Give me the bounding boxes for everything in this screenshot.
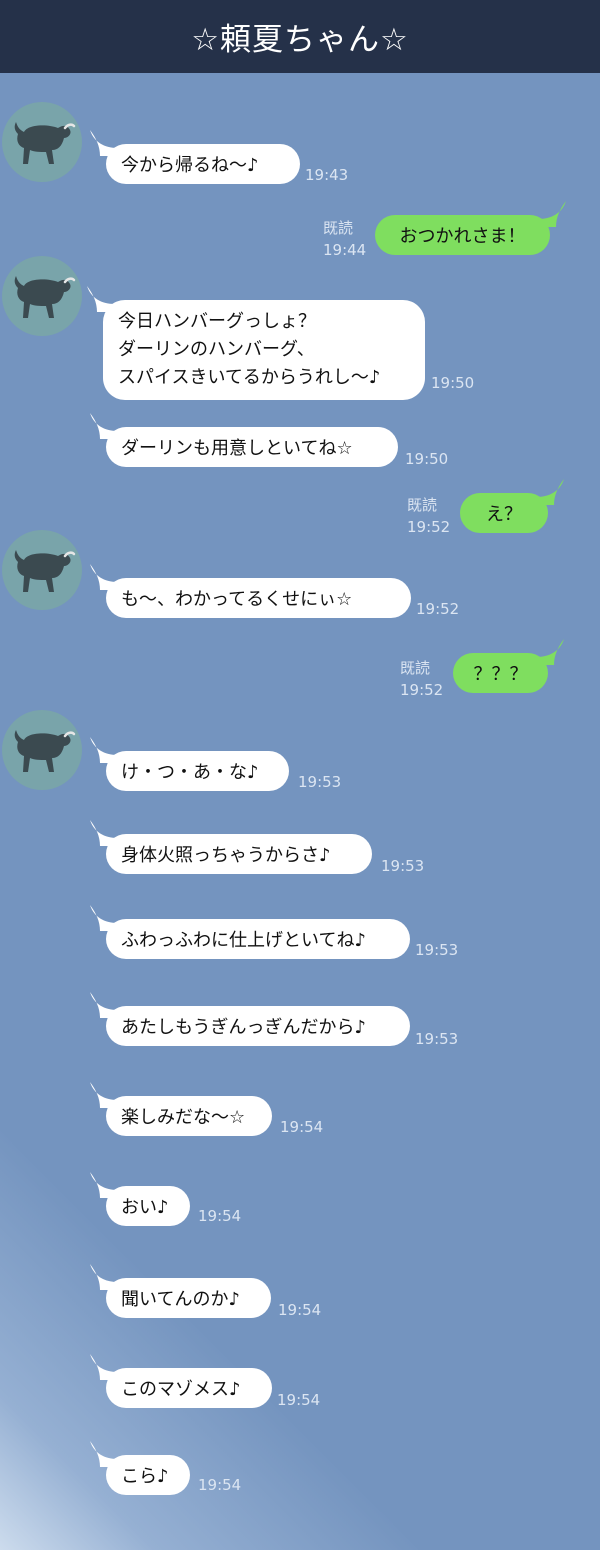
message-bubble[interactable]: ふわっふわに仕上げといてね♪ <box>90 905 410 959</box>
bubble-tail <box>90 992 118 1018</box>
message-bubble[interactable]: このマゾメス♪ <box>90 1354 272 1408</box>
message-bubble[interactable]: 身体火照っちゃうからさ♪ <box>90 820 372 874</box>
timestamp: 19:53 <box>381 857 425 875</box>
bubble-tail <box>90 413 118 439</box>
bubble-tail <box>87 286 115 312</box>
message-bubble[interactable]: 楽しみだな〜☆ <box>90 1082 272 1136</box>
timestamp: 19:53 <box>415 1030 459 1048</box>
message-text: スパイスきいてるからうれし〜♪ <box>118 367 381 388</box>
message-text: ダーリンのハンバーグ、 <box>118 339 315 360</box>
timestamp: 19:54 <box>280 1118 324 1136</box>
message-bubble[interactable]: あたしもうぎんっぎんだから♪ <box>90 992 410 1046</box>
avatar[interactable] <box>2 710 82 790</box>
read-receipt: 既読 19:52 <box>407 494 450 538</box>
avatar[interactable] <box>2 102 82 182</box>
read-receipt: 既読 19:52 <box>400 657 443 701</box>
timestamp: 19:50 <box>431 374 475 392</box>
message-text: ？？？ <box>473 664 528 685</box>
bubble-tail <box>90 1441 118 1467</box>
message-bubble[interactable]: 聞いてんのか♪ <box>90 1264 271 1318</box>
timestamp: 19:52 <box>407 518 451 536</box>
message-text: こら♪ <box>121 1466 169 1487</box>
message-bubble[interactable]: も〜、わかってるくせにぃ☆ <box>90 564 411 618</box>
bubble-tail <box>90 1172 118 1198</box>
bubble-tail <box>90 564 118 590</box>
bubble-tail <box>90 1354 118 1380</box>
message-bubble[interactable]: け・つ・あ・な♪ <box>90 737 289 791</box>
message-bubble[interactable]: ダーリンも用意しといてね☆ <box>90 413 398 467</box>
bull-icon <box>14 550 76 592</box>
bubble-tail <box>536 639 564 665</box>
timestamp: 19:54 <box>198 1207 242 1225</box>
bubble-tail <box>90 1082 118 1108</box>
timestamp: 19:43 <box>305 166 349 184</box>
message-text: も〜、わかってるくせにぃ☆ <box>121 589 353 610</box>
avatar[interactable] <box>2 256 82 336</box>
timestamp: 19:53 <box>298 773 342 791</box>
bubble-tail <box>90 820 118 846</box>
timestamp: 19:54 <box>278 1301 322 1319</box>
bull-icon <box>14 122 76 164</box>
chat-header: ☆頼夏ちゃん☆ <box>0 0 600 73</box>
bubble-tail <box>536 479 564 505</box>
message-text: け・つ・あ・な♪ <box>121 762 259 783</box>
message-bubble[interactable]: 今から帰るね〜♪ <box>90 130 300 184</box>
read-status: 既読 <box>323 219 354 237</box>
timestamp: 19:54 <box>277 1391 321 1409</box>
timestamp: 19:54 <box>198 1476 242 1494</box>
bubble-tail <box>90 1264 118 1290</box>
message-bubble[interactable]: おい♪ <box>90 1172 190 1226</box>
message-bubble[interactable]: 今日ハンバーグっしょ？ ダーリンのハンバーグ、スパイスきいてるからうれし〜♪ <box>87 286 425 400</box>
message-text: おい♪ <box>121 1197 169 1218</box>
avatar[interactable] <box>2 530 82 610</box>
message-text: え？ <box>486 504 522 525</box>
message-text: 聞いてんのか♪ <box>121 1289 240 1310</box>
message-text: 楽しみだな〜☆ <box>121 1107 246 1128</box>
timestamp: 19:52 <box>416 600 460 618</box>
message-bubble[interactable]: ？？？ <box>453 639 564 693</box>
message-bubble[interactable]: こら♪ <box>90 1441 190 1495</box>
message-text: このマゾメス♪ <box>121 1379 241 1400</box>
read-status: 既読 <box>407 496 438 514</box>
message-text: 今日ハンバーグっしょ？ <box>118 311 316 332</box>
message-bubble[interactable]: おつかれさま！ <box>375 201 566 255</box>
timestamp: 19:53 <box>415 941 459 959</box>
bull-icon <box>14 730 76 772</box>
bubble-tail <box>90 905 118 931</box>
message-text: 今から帰るね〜♪ <box>121 155 259 176</box>
message-bubble[interactable]: え？ <box>460 479 564 533</box>
message-text: ふわっふわに仕上げといてね♪ <box>121 930 366 951</box>
message-text: 身体火照っちゃうからさ♪ <box>121 845 331 866</box>
message-text: ダーリンも用意しといてね☆ <box>121 438 353 459</box>
chat-title: ☆頼夏ちゃん☆ <box>191 22 409 58</box>
message-text: おつかれさま！ <box>399 226 526 247</box>
read-receipt: 既読 19:44 <box>323 217 366 261</box>
message-text: あたしもうぎんっぎんだから♪ <box>121 1017 366 1038</box>
read-status: 既読 <box>400 659 431 677</box>
bubble-tail <box>90 130 118 156</box>
bubble-tail <box>90 737 118 763</box>
bubble-tail <box>538 201 566 227</box>
timestamp: 19:44 <box>323 241 367 259</box>
timestamp: 19:50 <box>405 450 449 468</box>
timestamp: 19:52 <box>400 681 444 699</box>
bull-icon <box>14 276 76 318</box>
